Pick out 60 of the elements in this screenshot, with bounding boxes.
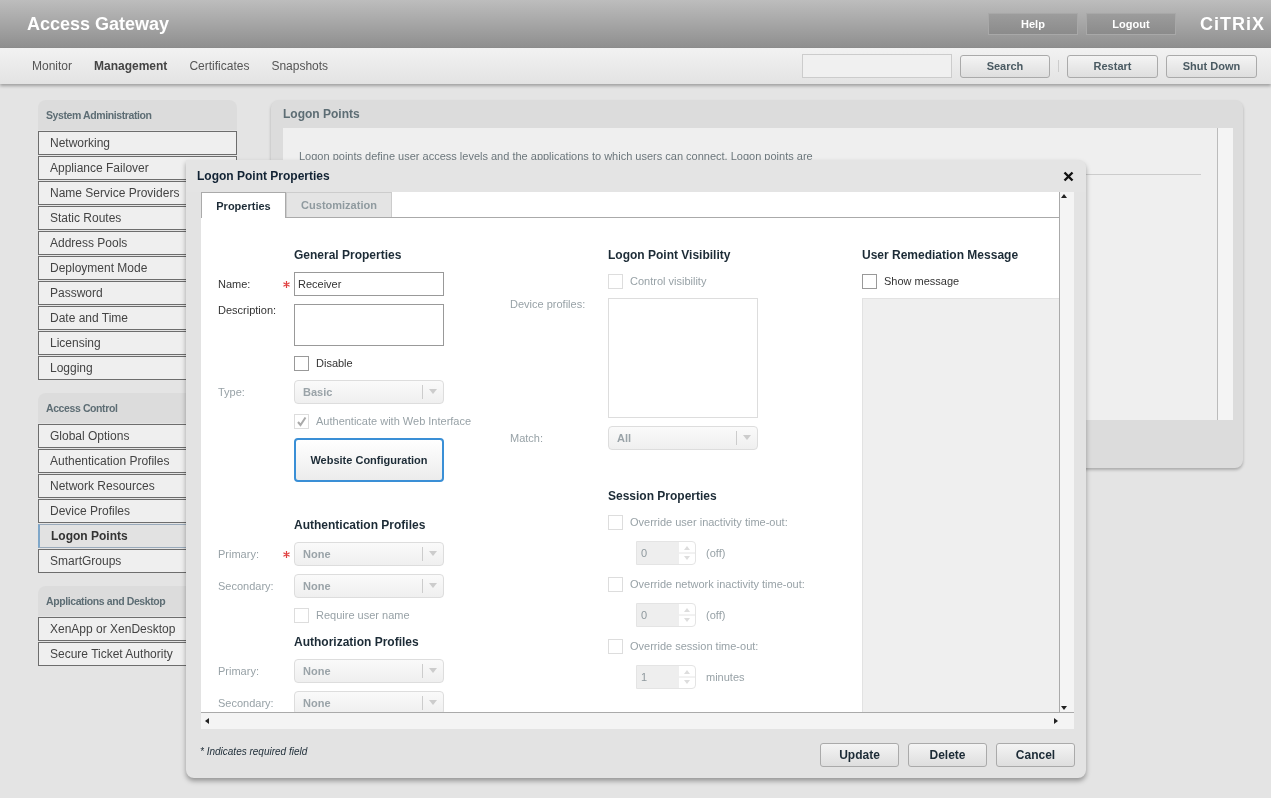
scroll-right-icon[interactable]	[1052, 717, 1060, 725]
caret-icon	[429, 583, 437, 589]
field-label: Device profiles:	[510, 298, 586, 310]
checkbox[interactable]	[862, 273, 877, 289]
action-button[interactable]: Shut Down	[1166, 54, 1257, 78]
field-label: Type:	[218, 386, 245, 398]
dialog-button[interactable]: Update	[820, 743, 899, 767]
nav-tab[interactable]: Certificates	[189, 59, 250, 73]
checkbox-label: Override user inactivity time-out:	[630, 516, 788, 528]
scrollbar[interactable]	[1217, 128, 1233, 420]
section-heading: Session Properties	[608, 489, 718, 505]
website-configuration-button[interactable]: Website Configuration	[294, 438, 444, 482]
caret-icon	[429, 668, 437, 674]
tab[interactable]: Properties	[201, 192, 286, 218]
field-label: Secondary:	[218, 580, 274, 592]
section-heading: User Remediation Message	[862, 248, 1020, 264]
section-heading: Authorization Profiles	[294, 635, 420, 651]
scrollbar[interactable]	[1059, 192, 1074, 712]
action-button[interactable]: Restart	[1067, 54, 1158, 78]
section-title: Applications and Desktop	[46, 595, 166, 607]
search-field[interactable]	[802, 54, 952, 78]
unit-label: minutes	[706, 671, 745, 683]
dialog-button[interactable]: Cancel	[996, 743, 1075, 767]
checkbox-label: Require user name	[316, 609, 410, 621]
checkbox-label: Authenticate with Web Interface	[316, 415, 472, 427]
checkbox-label: Override network inactivity time-out:	[630, 578, 805, 590]
checkbox-label: Override session time-out:	[630, 640, 759, 652]
checkbox-label: Disable	[316, 357, 353, 369]
logo: CiTRiX	[1200, 13, 1265, 35]
section-heading: Authentication Profiles	[294, 518, 427, 534]
caret-icon	[429, 700, 437, 706]
checkbox-label: Control visibility	[630, 275, 707, 287]
section-title: Access Control	[46, 402, 118, 414]
sidebar-item[interactable]: Networking	[38, 131, 237, 155]
caret-icon	[743, 435, 751, 441]
section-heading: General Properties	[294, 248, 403, 264]
field-label: Secondary:	[218, 697, 274, 709]
field-label: Primary:	[218, 665, 259, 677]
section-heading: Logon Point Visibility	[608, 248, 732, 264]
nav-tab[interactable]: Monitor	[32, 59, 72, 73]
unit-label: (off)	[706, 547, 726, 559]
unit-label: (off)	[706, 609, 726, 621]
search-button[interactable]: Search	[960, 54, 1050, 78]
nav-tab[interactable]: Management	[94, 59, 168, 73]
text-area[interactable]	[294, 304, 444, 346]
close-icon[interactable]	[1063, 170, 1074, 182]
required-note: * Indicates required field	[200, 746, 308, 757]
field-label: Match:	[510, 432, 543, 444]
scroll-left-icon[interactable]	[203, 717, 211, 725]
nav-tab[interactable]: Snapshots	[271, 59, 329, 73]
panel-title: Logon Points	[283, 107, 360, 121]
dialog-button[interactable]: Delete	[908, 743, 987, 767]
section-title: System Administration	[46, 109, 152, 121]
checkbox[interactable]	[294, 355, 309, 371]
scrollbar[interactable]	[201, 712, 1074, 729]
caret-icon	[429, 551, 437, 557]
text-field[interactable]: Receiver	[294, 272, 444, 296]
checkbox-label: Show message	[884, 275, 960, 287]
app-title: Access Gateway	[27, 13, 171, 35]
caret-icon	[429, 389, 437, 395]
